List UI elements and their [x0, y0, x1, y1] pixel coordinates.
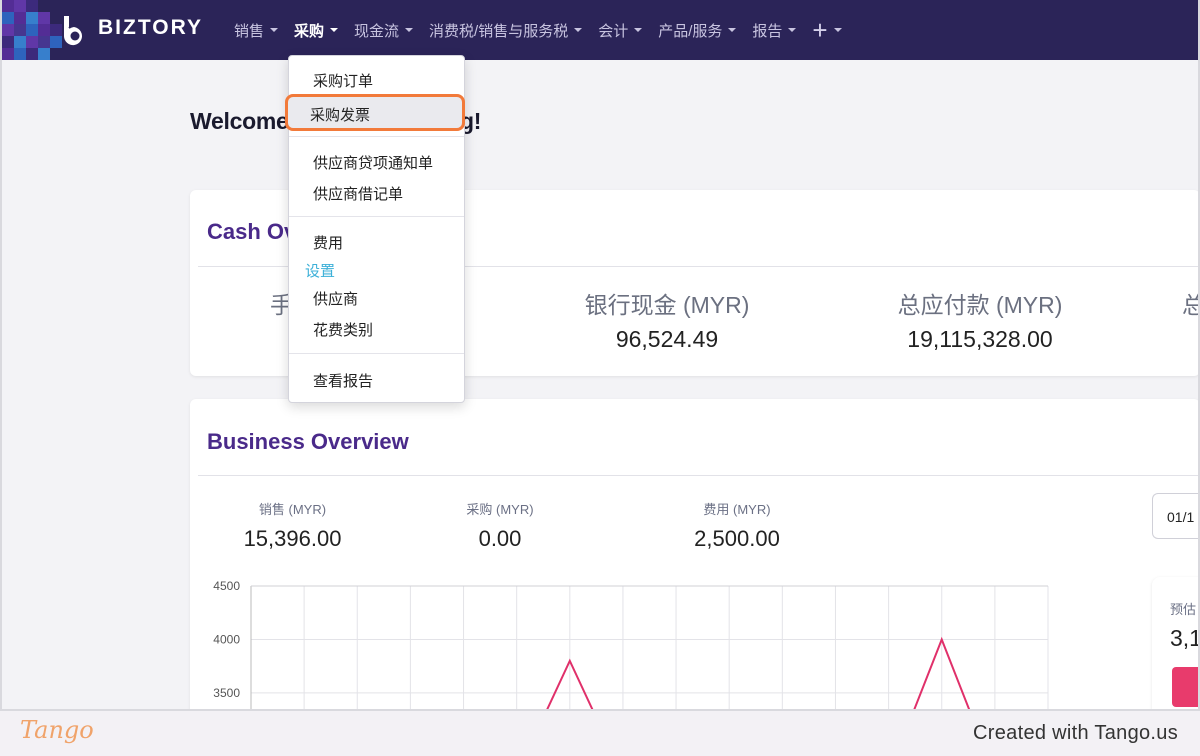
expenses-stat: 费用 (MYR) 2,500.00 [680, 499, 794, 552]
logo-mosaic-tile [2, 12, 14, 24]
menu-item-supplier-credit-note[interactable]: 供应商贷项通知单 [313, 152, 433, 173]
menu-item-suppliers[interactable]: 供应商 [313, 288, 358, 309]
brand-name[interactable]: BIZTORY [98, 16, 203, 40]
purchases-value: 0.00 [478, 526, 522, 551]
logo-mosaic-tile [38, 12, 50, 24]
total-payable-value: 19,115,328.00 [907, 326, 1053, 352]
expenses-value: 2,500.00 [694, 526, 780, 551]
total-payable-stat: 总应付款 (MYR) 19,115,328.00 [890, 286, 1070, 353]
nav-accounting-label: 会计 [598, 22, 629, 40]
chart-y-tick-label: 4500 [213, 579, 240, 593]
nav-accounting[interactable]: 会计 [598, 20, 643, 41]
nav-tax-label: 消费税/销售与服务税 [429, 22, 569, 40]
menu-divider [289, 136, 464, 137]
logo-mosaic-tile [2, 0, 14, 12]
chevron-down-icon [634, 28, 643, 32]
logo-mosaic-tile [14, 0, 26, 12]
nav-tax[interactable]: 消费税/销售与服务税 [429, 20, 583, 41]
sales-value: 15,396.00 [243, 526, 342, 551]
biztory-logo-icon[interactable] [60, 14, 90, 46]
nav-sales[interactable]: 销售 [234, 20, 279, 41]
chevron-down-icon [330, 28, 339, 32]
menu-item-expenses[interactable]: 费用 [313, 232, 343, 253]
forecast-card: 预估 3,1 [1152, 577, 1200, 717]
welcome-heading: Welcome g! [190, 108, 481, 135]
logo-mosaic-tile [26, 24, 38, 36]
logo-mosaic-tile [2, 24, 14, 36]
chart-series-line [543, 636, 973, 715]
logo-mosaic-tile [26, 0, 38, 12]
nav-cashflow[interactable]: 现金流 [354, 20, 414, 41]
menu-item-expense-categories[interactable]: 花费类别 [313, 319, 373, 340]
logo-mosaic-tile [26, 48, 38, 60]
total-receivable-label: 总 [1182, 292, 1200, 318]
menu-item-view-reports[interactable]: 查看报告 [313, 370, 373, 391]
plus-icon: + [812, 15, 828, 45]
chart-y-tick-label: 4000 [213, 632, 240, 646]
menu-divider [289, 216, 464, 217]
chevron-down-icon [728, 28, 737, 32]
main-menu: 销售 采购 现金流 消费税/销售与服务税 会计 产品/服务 报告 + [234, 0, 858, 60]
chevron-down-icon [270, 28, 279, 32]
chevron-down-icon [833, 28, 842, 32]
logo-mosaic-tile [14, 12, 26, 24]
sales-stat: 销售 (MYR) 15,396.00 [230, 499, 355, 552]
nav-cashflow-label: 现金流 [354, 22, 400, 40]
menu-section-settings: 设置 [305, 263, 336, 280]
logo-mosaic-tile [38, 36, 50, 48]
purchases-label: 采购 (MYR) [466, 502, 534, 517]
bank-cash-label: 银行现金 (MYR) [584, 292, 750, 318]
logo-mosaic-tile [26, 12, 38, 24]
cash-overview-title: Cash Ov [207, 219, 297, 244]
tango-credit: Created with Tango.us [973, 722, 1178, 744]
tango-footer: Tango Created with Tango.us [0, 711, 1200, 756]
forecast-value: 3,1 [1170, 625, 1200, 651]
menu-item-purchase-order[interactable]: 采购订单 [313, 70, 373, 91]
total-payable-label: 总应付款 (MYR) [897, 292, 1063, 318]
date-range-text: 01/1 [1167, 509, 1195, 525]
divider [198, 475, 1200, 476]
purchases-dropdown-menu: 采购订单 采购发票 供应商贷项通知单 供应商借记单 费用 设置 供应商 花费类别… [285, 55, 465, 403]
tango-logo: Tango [20, 716, 94, 744]
logo-mosaic-tile [14, 48, 26, 60]
chevron-down-icon [574, 28, 583, 32]
forecast-bar [1172, 667, 1200, 707]
sales-label: 销售 (MYR) [258, 502, 327, 517]
logo-mosaic-tile [38, 24, 50, 36]
welcome-text: Welcome [190, 108, 289, 134]
chart-y-tick-label: 3500 [213, 686, 240, 700]
menu-item-purchase-invoice-label: 采购发票 [310, 107, 371, 124]
purchases-stat: 采购 (MYR) 0.00 [450, 499, 550, 552]
nav-products[interactable]: 产品/服务 [658, 20, 737, 41]
logo-mosaic-tile [14, 36, 26, 48]
nav-purchases-label: 采购 [294, 22, 325, 40]
forecast-label: 预估 [1170, 602, 1197, 617]
nav-sales-label: 销售 [234, 22, 265, 40]
menu-item-purchase-invoice[interactable]: 采购发票 [285, 94, 465, 131]
app-frame: BIZTORY 销售 采购 现金流 消费税/销售与服务税 会计 产品/服务 报告… [0, 0, 1200, 756]
nav-purchases[interactable]: 采购 [294, 20, 339, 41]
logo-mosaic-tile [2, 36, 14, 48]
nav-products-label: 产品/服务 [658, 22, 723, 40]
business-overview-chart: 4500 4000 3500 [213, 579, 1049, 715]
logo-mosaic-tile [14, 24, 26, 36]
total-receivable-stat: 总 [1182, 286, 1200, 320]
nav-quick-add[interactable]: + [812, 15, 842, 45]
menu-divider [289, 353, 464, 354]
business-overview-title: Business Overview [207, 429, 409, 454]
expenses-label: 费用 (MYR) [703, 502, 771, 517]
chevron-down-icon [788, 28, 797, 32]
top-navbar: BIZTORY 销售 采购 现金流 消费税/销售与服务税 会计 产品/服务 报告… [2, 0, 1198, 60]
nav-reports-label: 报告 [752, 22, 783, 40]
logo-mosaic-tile [2, 48, 14, 60]
bank-cash-value: 96,524.49 [615, 326, 719, 352]
date-range-input[interactable]: 01/1 [1152, 493, 1200, 539]
nav-reports[interactable]: 报告 [752, 20, 797, 41]
bank-cash-stat: 银行现金 (MYR) 96,524.49 [582, 286, 752, 353]
logo-mosaic-tile [38, 48, 50, 60]
logo-mosaic-tile [26, 36, 38, 48]
menu-item-supplier-debit-note[interactable]: 供应商借记单 [313, 183, 403, 204]
chevron-down-icon [405, 28, 414, 32]
